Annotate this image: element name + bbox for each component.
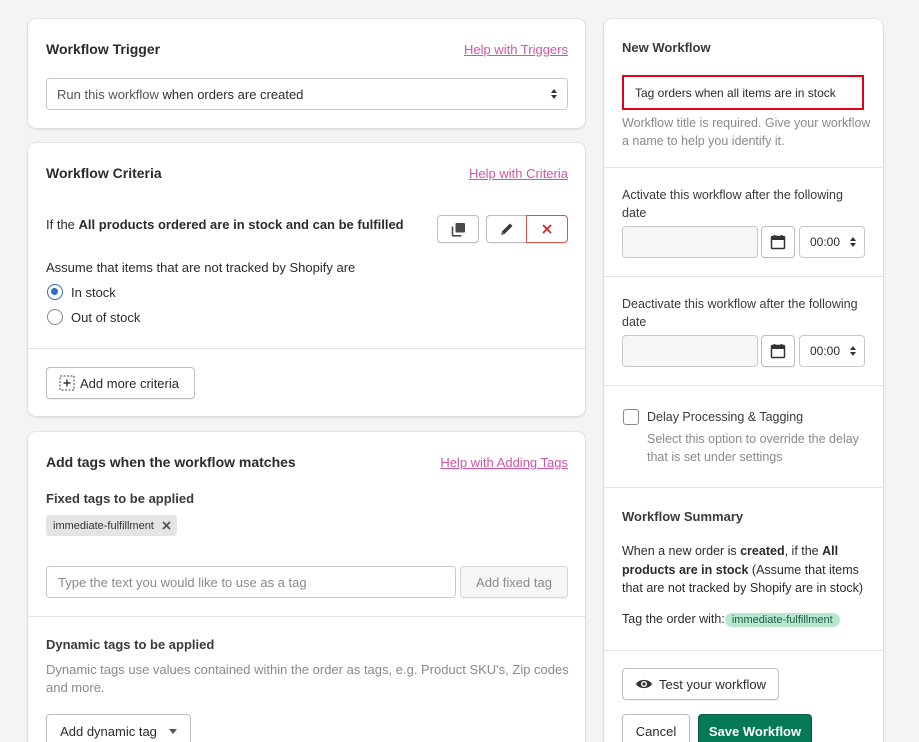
fixed-tag-label: immediate-fulfillment (53, 519, 154, 532)
new-workflow-sidebar: New Workflow Tag orders when all items a… (604, 19, 883, 742)
activate-time-select[interactable]: 00:00 (799, 226, 865, 258)
summary-part: , if the (784, 544, 823, 558)
radio-in-stock-label: In stock (71, 285, 116, 300)
add-more-criteria-button[interactable]: Add more criteria (46, 367, 195, 399)
eye-icon (636, 679, 653, 689)
save-workflow-button[interactable]: Save Workflow (698, 714, 812, 742)
summary-tag-chip: immediate-fulfillment (724, 613, 840, 627)
tag-with-label: Tag the order with: (622, 612, 725, 626)
close-icon (542, 224, 552, 234)
delay-label: Delay Processing & Tagging (647, 410, 804, 424)
workflow-summary-text: When a new order is created, if the All … (622, 542, 872, 598)
add-dynamic-tag-label: Add dynamic tag (60, 723, 157, 739)
calendar-icon (770, 344, 786, 359)
deactivate-label: Deactivate this workflow after the follo… (622, 297, 858, 329)
remove-criteria-button[interactable] (526, 215, 568, 243)
criteria-rule-prefix: If the (46, 217, 75, 232)
activate-time-value: 00:00 (810, 235, 841, 249)
dynamic-tags-label: Dynamic tags to be applied (46, 637, 215, 652)
tag-with-row: Tag the order with: immediate-fulfillment (622, 612, 840, 627)
activate-label: Activate this workflow after the followi… (622, 188, 843, 220)
radio-out-of-stock-label: Out of stock (71, 310, 141, 325)
criteria-divider (28, 348, 585, 349)
fixed-tag-input[interactable]: Type the text you would like to use as a… (46, 566, 456, 598)
activate-date-input[interactable] (622, 226, 758, 258)
activate-calendar-button[interactable] (761, 226, 795, 258)
workflow-trigger-card: Workflow Trigger Help with Triggers Run … (28, 19, 585, 128)
summary-part: When a new order is (622, 544, 741, 558)
dropdown-caret-icon (168, 728, 177, 734)
duplicate-criteria-button[interactable] (437, 215, 479, 243)
deactivate-time-value: 00:00 (810, 344, 841, 358)
assume-label: Assume that items that are not tracked b… (46, 260, 356, 275)
duplicate-icon (451, 222, 465, 237)
help-adding-tags-link[interactable]: Help with Adding Tags (440, 455, 568, 470)
deactivate-time-select[interactable]: 00:00 (799, 335, 865, 367)
trigger-select[interactable]: Run this workflow when orders are create… (46, 78, 568, 110)
workflow-summary-title: Workflow Summary (622, 509, 744, 524)
trigger-select-prefix: Run this workflow (57, 86, 159, 102)
sidebar-divider-5 (604, 650, 883, 651)
edit-criteria-button[interactable] (486, 215, 527, 243)
add-fixed-tag-button[interactable]: Add fixed tag (460, 566, 568, 598)
deactivate-date-input[interactable] (622, 335, 758, 367)
dynamic-tags-description: Dynamic tags use values contained within… (46, 662, 569, 695)
sidebar-divider-2 (604, 276, 883, 277)
workflow-criteria-card: Workflow Criteria Help with Criteria If … (28, 143, 585, 416)
remove-tag-icon[interactable] (162, 521, 171, 530)
help-criteria-link[interactable]: Help with Criteria (469, 166, 568, 181)
add-dynamic-tag-button[interactable]: Add dynamic tag (46, 714, 191, 742)
fixed-tags-label: Fixed tags to be applied (46, 491, 195, 506)
new-workflow-title: New Workflow (622, 40, 711, 55)
add-tags-card: Add tags when the workflow matches Help … (28, 432, 585, 742)
add-more-criteria-label: Add more criteria (80, 375, 179, 391)
criteria-title: Workflow Criteria (46, 165, 162, 181)
sidebar-divider-1 (604, 167, 883, 168)
sidebar-divider-4 (604, 487, 883, 488)
criteria-rule: If the All products ordered are in stock… (46, 217, 404, 232)
test-workflow-label: Test your workflow (659, 676, 766, 692)
summary-event: created (740, 544, 785, 558)
add-tags-title: Add tags when the workflow matches (46, 454, 296, 470)
trigger-title: Workflow Trigger (46, 41, 161, 57)
select-arrows-icon (850, 237, 856, 247)
fixed-tag-chip: immediate-fulfillment (46, 515, 177, 536)
calendar-icon (770, 235, 786, 250)
sidebar-divider-3 (604, 385, 883, 386)
delay-checkbox[interactable] (623, 409, 639, 425)
help-triggers-link[interactable]: Help with Triggers (464, 42, 568, 57)
radio-in-stock[interactable] (47, 284, 63, 300)
pencil-icon (500, 223, 512, 235)
delay-help: Select this option to override the delay… (647, 432, 859, 464)
deactivate-calendar-button[interactable] (761, 335, 795, 367)
cancel-button[interactable]: Cancel (622, 714, 690, 742)
radio-out-of-stock[interactable] (47, 309, 63, 325)
test-workflow-button[interactable]: Test your workflow (622, 668, 779, 700)
select-arrows-icon (551, 89, 557, 99)
tags-divider (28, 616, 585, 617)
add-criteria-icon (59, 375, 75, 391)
workflow-name-input[interactable]: Tag orders when all items are in stock (622, 75, 864, 110)
select-arrows-icon (850, 346, 856, 356)
trigger-select-value: when orders are created (162, 86, 304, 102)
criteria-rule-condition: All products ordered are in stock and ca… (78, 217, 404, 232)
workflow-name-help: Workflow title is required. Give your wo… (622, 116, 871, 148)
